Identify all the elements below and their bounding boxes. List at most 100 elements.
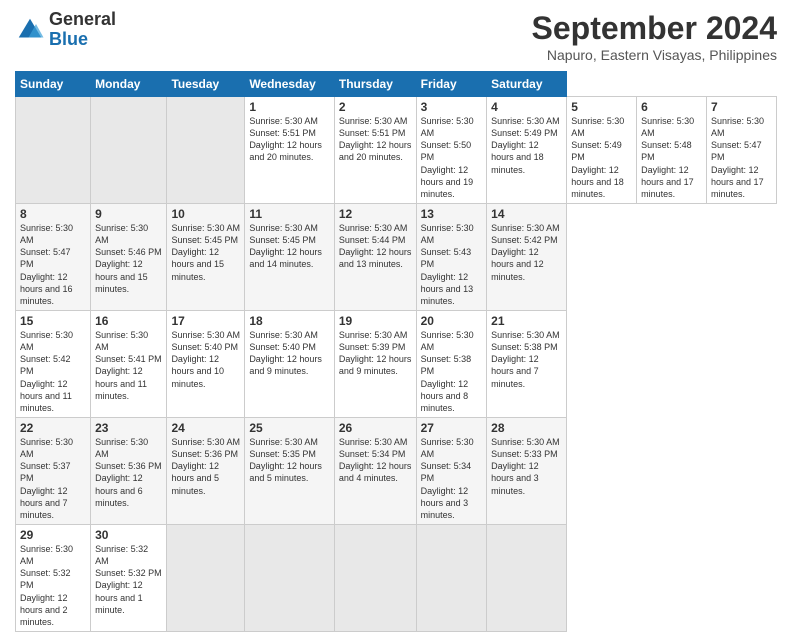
day-info: Sunrise: 5:30 AM Sunset: 5:47 PM Dayligh…: [711, 115, 772, 200]
page-header: GeneralBlue September 2024 Napuro, Easte…: [15, 10, 777, 63]
day-info: Sunrise: 5:30 AM Sunset: 5:38 PM Dayligh…: [491, 329, 562, 390]
header-wednesday: Wednesday: [245, 72, 335, 97]
calendar-cell: 15 Sunrise: 5:30 AM Sunset: 5:42 PM Dayl…: [16, 310, 91, 417]
location: Napuro, Eastern Visayas, Philippines: [532, 47, 777, 63]
day-number: 3: [421, 100, 483, 114]
calendar-cell: [487, 524, 567, 631]
day-number: 24: [171, 421, 240, 435]
day-number: 12: [339, 207, 412, 221]
calendar-cell: 29 Sunrise: 5:30 AM Sunset: 5:32 PM Dayl…: [16, 524, 91, 631]
calendar-cell: 24 Sunrise: 5:30 AM Sunset: 5:36 PM Dayl…: [167, 417, 245, 524]
day-number: 5: [571, 100, 632, 114]
header-friday: Friday: [416, 72, 487, 97]
day-info: Sunrise: 5:30 AM Sunset: 5:40 PM Dayligh…: [249, 329, 330, 378]
calendar-cell: 6 Sunrise: 5:30 AM Sunset: 5:48 PM Dayli…: [637, 97, 707, 204]
day-info: Sunrise: 5:30 AM Sunset: 5:49 PM Dayligh…: [571, 115, 632, 200]
day-info: Sunrise: 5:30 AM Sunset: 5:41 PM Dayligh…: [95, 329, 162, 402]
calendar-cell: 8 Sunrise: 5:30 AM Sunset: 5:47 PM Dayli…: [16, 203, 91, 310]
day-info: Sunrise: 5:30 AM Sunset: 5:51 PM Dayligh…: [339, 115, 412, 164]
day-info: Sunrise: 5:30 AM Sunset: 5:48 PM Dayligh…: [641, 115, 702, 200]
calendar-week-row: 8 Sunrise: 5:30 AM Sunset: 5:47 PM Dayli…: [16, 203, 777, 310]
day-number: 18: [249, 314, 330, 328]
day-number: 14: [491, 207, 562, 221]
calendar-cell: [416, 524, 487, 631]
calendar-cell: 2 Sunrise: 5:30 AM Sunset: 5:51 PM Dayli…: [334, 97, 416, 204]
calendar-cell: 28 Sunrise: 5:30 AM Sunset: 5:33 PM Dayl…: [487, 417, 567, 524]
day-info: Sunrise: 5:30 AM Sunset: 5:46 PM Dayligh…: [95, 222, 162, 295]
calendar-cell: [16, 97, 91, 204]
day-number: 26: [339, 421, 412, 435]
day-number: 2: [339, 100, 412, 114]
calendar-cell: 18 Sunrise: 5:30 AM Sunset: 5:40 PM Dayl…: [245, 310, 335, 417]
day-number: 7: [711, 100, 772, 114]
header-sunday: Sunday: [16, 72, 91, 97]
day-info: Sunrise: 5:30 AM Sunset: 5:44 PM Dayligh…: [339, 222, 412, 271]
calendar-week-row: 29 Sunrise: 5:30 AM Sunset: 5:32 PM Dayl…: [16, 524, 777, 631]
day-info: Sunrise: 5:30 AM Sunset: 5:43 PM Dayligh…: [421, 222, 483, 307]
calendar-cell: 25 Sunrise: 5:30 AM Sunset: 5:35 PM Dayl…: [245, 417, 335, 524]
calendar-cell: 13 Sunrise: 5:30 AM Sunset: 5:43 PM Dayl…: [416, 203, 487, 310]
calendar-cell: 20 Sunrise: 5:30 AM Sunset: 5:38 PM Dayl…: [416, 310, 487, 417]
calendar-cell: 4 Sunrise: 5:30 AM Sunset: 5:49 PM Dayli…: [487, 97, 567, 204]
calendar-cell: 12 Sunrise: 5:30 AM Sunset: 5:44 PM Dayl…: [334, 203, 416, 310]
day-info: Sunrise: 5:30 AM Sunset: 5:51 PM Dayligh…: [249, 115, 330, 164]
day-info: Sunrise: 5:30 AM Sunset: 5:34 PM Dayligh…: [421, 436, 483, 521]
day-number: 1: [249, 100, 330, 114]
day-number: 29: [20, 528, 86, 542]
day-number: 19: [339, 314, 412, 328]
day-number: 13: [421, 207, 483, 221]
month-title: September 2024: [532, 10, 777, 47]
day-info: Sunrise: 5:30 AM Sunset: 5:36 PM Dayligh…: [171, 436, 240, 497]
calendar-header-row: SundayMondayTuesdayWednesdayThursdayFrid…: [16, 72, 777, 97]
day-number: 15: [20, 314, 86, 328]
day-info: Sunrise: 5:30 AM Sunset: 5:39 PM Dayligh…: [339, 329, 412, 378]
day-number: 25: [249, 421, 330, 435]
day-number: 30: [95, 528, 162, 542]
calendar-cell: 17 Sunrise: 5:30 AM Sunset: 5:40 PM Dayl…: [167, 310, 245, 417]
calendar-cell: 30 Sunrise: 5:32 AM Sunset: 5:32 PM Dayl…: [91, 524, 167, 631]
day-info: Sunrise: 5:30 AM Sunset: 5:42 PM Dayligh…: [20, 329, 86, 414]
day-number: 8: [20, 207, 86, 221]
day-info: Sunrise: 5:30 AM Sunset: 5:40 PM Dayligh…: [171, 329, 240, 390]
day-info: Sunrise: 5:30 AM Sunset: 5:32 PM Dayligh…: [20, 543, 86, 628]
day-info: Sunrise: 5:30 AM Sunset: 5:42 PM Dayligh…: [491, 222, 562, 283]
calendar-cell: [334, 524, 416, 631]
calendar-table: SundayMondayTuesdayWednesdayThursdayFrid…: [15, 71, 777, 632]
calendar-week-row: 1 Sunrise: 5:30 AM Sunset: 5:51 PM Dayli…: [16, 97, 777, 204]
header-monday: Monday: [91, 72, 167, 97]
calendar-cell: [245, 524, 335, 631]
day-info: Sunrise: 5:30 AM Sunset: 5:45 PM Dayligh…: [171, 222, 240, 283]
logo: GeneralBlue: [15, 10, 116, 50]
calendar-cell: 23 Sunrise: 5:30 AM Sunset: 5:36 PM Dayl…: [91, 417, 167, 524]
header-saturday: Saturday: [487, 72, 567, 97]
calendar-cell: 9 Sunrise: 5:30 AM Sunset: 5:46 PM Dayli…: [91, 203, 167, 310]
calendar-week-row: 22 Sunrise: 5:30 AM Sunset: 5:37 PM Dayl…: [16, 417, 777, 524]
day-number: 10: [171, 207, 240, 221]
calendar-cell: 7 Sunrise: 5:30 AM Sunset: 5:47 PM Dayli…: [707, 97, 777, 204]
calendar-cell: [167, 97, 245, 204]
calendar-cell: 14 Sunrise: 5:30 AM Sunset: 5:42 PM Dayl…: [487, 203, 567, 310]
calendar-cell: 11 Sunrise: 5:30 AM Sunset: 5:45 PM Dayl…: [245, 203, 335, 310]
day-info: Sunrise: 5:30 AM Sunset: 5:38 PM Dayligh…: [421, 329, 483, 414]
day-number: 16: [95, 314, 162, 328]
day-info: Sunrise: 5:30 AM Sunset: 5:45 PM Dayligh…: [249, 222, 330, 271]
header-tuesday: Tuesday: [167, 72, 245, 97]
day-number: 17: [171, 314, 240, 328]
day-number: 28: [491, 421, 562, 435]
day-info: Sunrise: 5:30 AM Sunset: 5:50 PM Dayligh…: [421, 115, 483, 200]
calendar-cell: [91, 97, 167, 204]
title-block: September 2024 Napuro, Eastern Visayas, …: [532, 10, 777, 63]
calendar-cell: 19 Sunrise: 5:30 AM Sunset: 5:39 PM Dayl…: [334, 310, 416, 417]
day-number: 23: [95, 421, 162, 435]
day-number: 27: [421, 421, 483, 435]
day-info: Sunrise: 5:30 AM Sunset: 5:36 PM Dayligh…: [95, 436, 162, 509]
day-info: Sunrise: 5:30 AM Sunset: 5:37 PM Dayligh…: [20, 436, 86, 521]
logo-text: GeneralBlue: [49, 10, 116, 50]
calendar-week-row: 15 Sunrise: 5:30 AM Sunset: 5:42 PM Dayl…: [16, 310, 777, 417]
calendar-cell: 1 Sunrise: 5:30 AM Sunset: 5:51 PM Dayli…: [245, 97, 335, 204]
calendar-cell: 5 Sunrise: 5:30 AM Sunset: 5:49 PM Dayli…: [567, 97, 637, 204]
calendar-cell: 22 Sunrise: 5:30 AM Sunset: 5:37 PM Dayl…: [16, 417, 91, 524]
day-number: 4: [491, 100, 562, 114]
day-info: Sunrise: 5:30 AM Sunset: 5:33 PM Dayligh…: [491, 436, 562, 497]
calendar-cell: 16 Sunrise: 5:30 AM Sunset: 5:41 PM Dayl…: [91, 310, 167, 417]
